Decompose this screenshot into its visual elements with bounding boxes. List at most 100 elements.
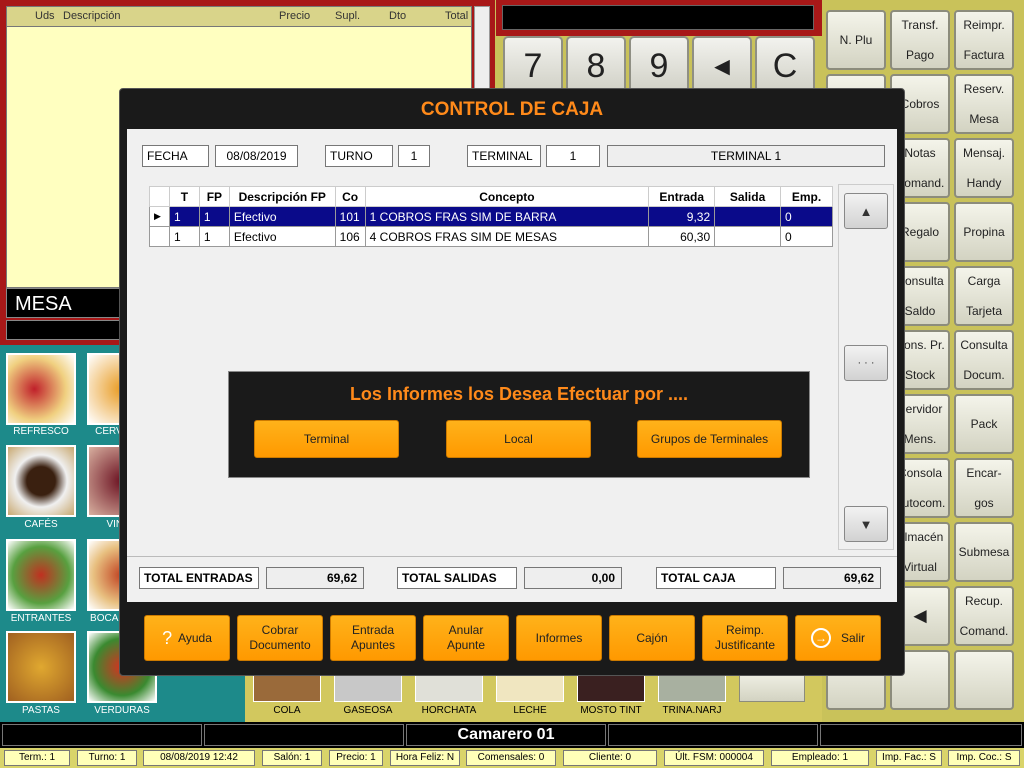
cell-entrada: 9,32 [648,206,716,227]
scroll-down-button[interactable]: ▼ [844,506,888,542]
submesa-button[interactable]: Submesa [954,522,1014,582]
cell-t: 1 [168,226,200,247]
ayuda-button[interactable]: ? Ayuda [144,615,230,661]
waiter-bar: Camarero 01 [0,722,1024,748]
category-label: VERDURAS [94,705,150,716]
category-entrantes[interactable] [6,539,76,611]
cell-descripcion-fp: Efectivo [228,226,336,247]
cell-co: 101 [334,206,366,227]
waiter-cell-right [608,724,818,746]
scroll-middle-button[interactable]: · · · [844,345,888,381]
salir-button[interactable]: → Salir [795,615,881,661]
waiter-cell-mid [204,724,404,746]
ayuda-label: Ayuda [178,630,212,645]
cell-entrada: 60,30 [648,226,716,247]
cell-concepto: 4 COBROS FRAS SIM DE MESAS [364,226,650,247]
cell-descripcion-fp: Efectivo [228,206,336,227]
dialog-actions: ? Ayuda Cobrar Documento Entrada Apuntes… [127,609,897,669]
salir-label: Salir [840,630,865,645]
pack-button[interactable]: Pack [954,394,1014,454]
consulta-docum-button[interactable]: Consulta Docum. [954,330,1014,390]
report-terminal-button[interactable]: Terminal [254,420,399,458]
clear-key[interactable]: C [755,36,815,96]
totals-row: TOTAL ENTRADAS 69,62 TOTAL SALIDAS 0,00 … [127,556,897,600]
informes-button[interactable]: Informes [516,615,602,661]
col-emp: Emp. [780,186,833,207]
dialog-body: FECHA 08/08/2019 TURNO 1 TERMINAL 1 TERM… [127,129,897,602]
key-8[interactable]: 8 [566,36,626,96]
col-salida: Salida [714,186,782,207]
row-indicator-header [149,186,170,207]
number-screen [502,5,814,30]
cell-salida [714,206,782,227]
recup-comand-button[interactable]: Recup. Comand. [954,586,1014,646]
report-scope-panel: Los Informes los Desea Efectuar por ....… [228,371,810,478]
report-grupos-button[interactable]: Grupos de Terminales [637,420,782,458]
cajon-button[interactable]: Cajón [609,615,695,661]
total-entradas-value: 69,62 [266,567,364,589]
status-turno: Turno: 1 [77,750,137,766]
propina-button[interactable]: Propina [954,202,1014,262]
col-uds: Uds [35,10,55,22]
key-9[interactable]: 9 [629,36,689,96]
cell-salida [714,226,782,247]
col-entrada: Entrada [648,186,716,207]
category-pastas[interactable] [6,631,76,703]
category-cafes[interactable] [6,445,76,517]
product-label: MOSTO TINT [580,705,642,716]
transf-pago-button[interactable]: Transf. Pago [890,10,950,70]
report-local-button[interactable]: Local [446,420,591,458]
col-descripcion: Descripción [63,10,121,22]
col-t: T [168,186,200,207]
total-caja-value: 69,62 [783,567,881,589]
turno-label: TURNO [325,145,393,167]
reimp-justificante-button[interactable]: Reimp. Justificante [702,615,788,661]
total-salidas-label: TOTAL SALIDAS [397,567,517,589]
table-scroll-column: ▲ · · · ▼ [838,184,894,550]
carga-tarjeta-button[interactable]: Carga Tarjeta [954,266,1014,326]
table-row[interactable]: ▶ 1 1 Efectivo 101 1 COBROS FRAS SIM DE … [149,206,833,227]
category-label: ENTRANTES [10,613,72,624]
col-fp: FP [198,186,230,207]
category-label: PASTAS [22,705,60,716]
col-total: Total [445,10,469,22]
row-pointer-icon: ▶ [149,206,170,227]
encargos-button[interactable]: Encar- gos [954,458,1014,518]
product-label: LECHE [513,705,547,716]
category-refresco[interactable] [6,353,76,425]
fecha-field[interactable]: 08/08/2019 [215,145,298,167]
terminal-name-field: TERMINAL 1 [607,145,885,167]
cell-emp: 0 [780,226,833,247]
mensaj-handy-button[interactable]: Mensaj. Handy [954,138,1014,198]
col-supl: Supl. [335,10,361,22]
turno-field[interactable]: 1 [398,145,430,167]
waiter-cell-left [2,724,202,746]
status-datetime: 08/08/2019 12:42 [143,750,255,766]
entrada-apuntes-button[interactable]: Entrada Apuntes [330,615,416,661]
keypad: 7 8 9 ◄ C [496,36,822,96]
col-precio: Precio [279,10,311,22]
terminal-field[interactable]: 1 [546,145,600,167]
status-imp-fac: Imp. Fac.: S [876,750,942,766]
scroll-up-button[interactable]: ▲ [844,193,888,229]
blank-button-3[interactable] [954,650,1014,710]
anular-apunte-button[interactable]: Anular Apunte [423,615,509,661]
cell-co: 106 [334,226,366,247]
table-row[interactable]: 1 1 Efectivo 106 4 COBROS FRAS SIM DE ME… [149,226,833,247]
reserv-mesa-button[interactable]: Reserv. Mesa [954,74,1014,134]
cell-t: 1 [168,206,200,227]
cell-fp: 1 [198,226,230,247]
key-7[interactable]: 7 [503,36,563,96]
waiter-cell-far [820,724,1022,746]
total-caja-label: TOTAL CAJA [656,567,776,589]
col-descripcion-fp: Descripción FP [228,186,336,207]
nplu-button[interactable]: N. Plu [826,10,886,70]
cobrar-documento-button[interactable]: Cobrar Documento [237,615,323,661]
backspace-key[interactable]: ◄ [692,36,752,96]
product-label: TRINA.NARJ [662,705,722,716]
total-entradas-label: TOTAL ENTRADAS [139,567,259,589]
status-ult-fsm: Últ. FSM: 000004 [664,750,764,766]
reimpr-factura-button[interactable]: Reimpr. Factura [954,10,1014,70]
status-precio: Precio: 1 [329,750,383,766]
movements-table[interactable]: T FP Descripción FP Co Concepto Entrada … [149,186,833,250]
